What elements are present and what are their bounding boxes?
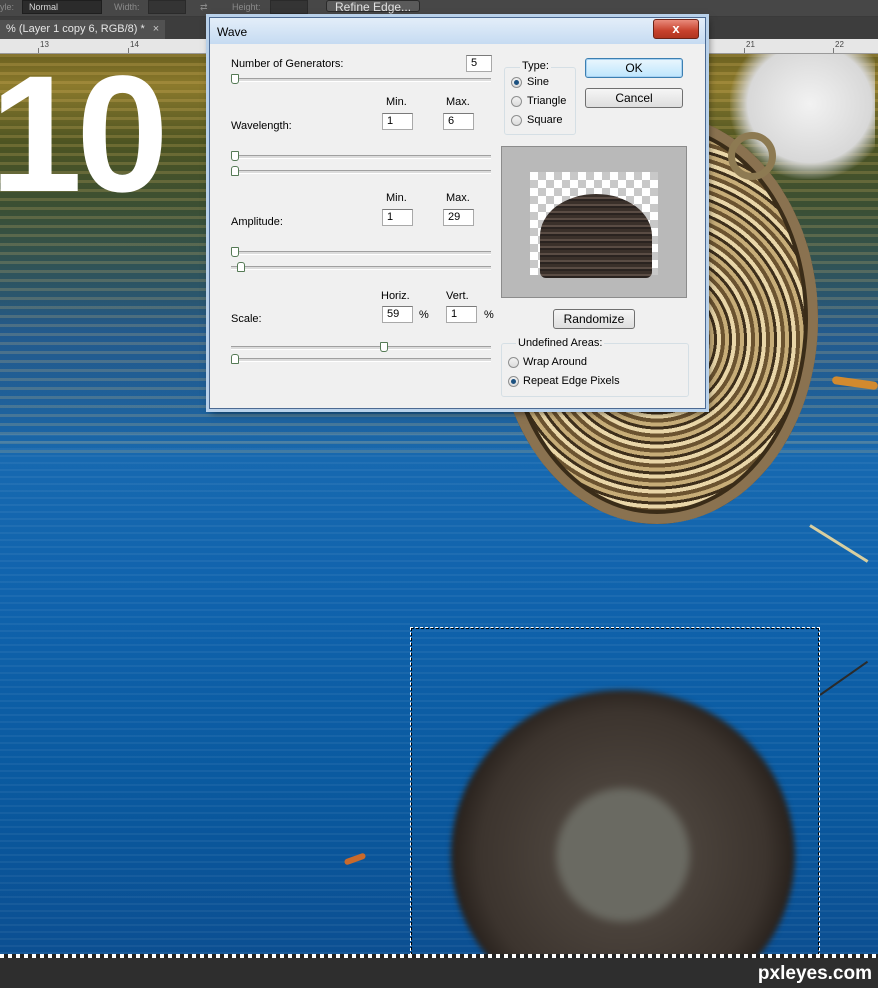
cancel-button[interactable]: Cancel bbox=[585, 88, 683, 108]
ruler-mark: 21 bbox=[746, 40, 755, 49]
wrap-around-radio[interactable] bbox=[508, 357, 519, 368]
dialog-body: Number of Generators: 5 Min. Max. Wavele… bbox=[215, 45, 700, 404]
ruler-tick bbox=[833, 48, 834, 53]
ruler-mark: 22 bbox=[835, 40, 844, 49]
scale-label: Scale: bbox=[231, 313, 262, 325]
ruler-tick bbox=[128, 48, 129, 53]
scale-horiz-percent: % bbox=[419, 309, 429, 321]
amplitude-min-label: Min. bbox=[386, 192, 407, 204]
wavelength-max-input[interactable]: 6 bbox=[443, 113, 474, 130]
height-field[interactable] bbox=[270, 0, 308, 14]
filter-preview[interactable] bbox=[501, 146, 687, 298]
scale-horiz-label: Horiz. bbox=[381, 290, 410, 302]
width-field[interactable] bbox=[148, 0, 186, 14]
large-number-text: 10 bbox=[0, 54, 169, 227]
wavelength-max-slider-thumb[interactable] bbox=[231, 166, 239, 176]
generators-input[interactable]: 5 bbox=[466, 55, 492, 72]
scale-horiz-slider-track[interactable] bbox=[231, 346, 491, 350]
close-tab-icon[interactable]: × bbox=[153, 23, 159, 35]
scale-vert-slider-thumb[interactable] bbox=[231, 354, 239, 364]
ruler-mark: 14 bbox=[130, 40, 139, 49]
scale-vert-input[interactable]: 1 bbox=[446, 306, 477, 323]
type-sine-radio[interactable] bbox=[511, 77, 522, 88]
marquee-selection[interactable] bbox=[410, 627, 820, 954]
amplitude-max-slider-track[interactable] bbox=[231, 266, 491, 270]
style-label: yle: bbox=[0, 2, 15, 12]
scale-horiz-slider-thumb[interactable] bbox=[380, 342, 388, 352]
close-button[interactable]: x bbox=[653, 19, 699, 39]
wavelength-min-slider-track[interactable] bbox=[231, 155, 491, 159]
type-triangle-label[interactable]: Triangle bbox=[527, 95, 566, 107]
height-label: Height: bbox=[232, 2, 261, 12]
type-triangle-radio[interactable] bbox=[511, 96, 522, 107]
repeat-edge-pixels-label[interactable]: Repeat Edge Pixels bbox=[523, 375, 620, 387]
scale-horiz-input[interactable]: 59 bbox=[382, 306, 413, 323]
dialog-titlebar[interactable]: Wave x bbox=[210, 18, 705, 44]
wavelength-min-label: Min. bbox=[386, 96, 407, 108]
wavelength-max-slider-track[interactable] bbox=[231, 170, 491, 174]
style-select[interactable]: Normal bbox=[22, 0, 102, 14]
wrap-around-label[interactable]: Wrap Around bbox=[523, 356, 587, 368]
scale-vert-percent: % bbox=[484, 309, 494, 321]
repeat-edge-pixels-radio[interactable] bbox=[508, 376, 519, 387]
generators-label: Number of Generators: bbox=[231, 58, 344, 70]
watch-crown-ring bbox=[728, 132, 776, 180]
amplitude-min-slider-thumb[interactable] bbox=[231, 247, 239, 257]
amplitude-max-label: Max. bbox=[446, 192, 470, 204]
wavelength-label: Wavelength: bbox=[231, 120, 292, 132]
status-bar: pxleyes.com bbox=[0, 958, 878, 988]
options-bar: yle: Normal Width: ⇄ Height: Refine Edge… bbox=[0, 0, 878, 16]
wavelength-min-slider-thumb[interactable] bbox=[231, 151, 239, 161]
type-group-title: Type: bbox=[520, 60, 551, 72]
scale-vert-slider-track[interactable] bbox=[231, 358, 491, 362]
type-sine-label[interactable]: Sine bbox=[527, 76, 549, 88]
undefined-areas-group bbox=[501, 343, 689, 397]
watermark-logo: pxleyes.com bbox=[757, 963, 872, 984]
amplitude-label: Amplitude: bbox=[231, 216, 283, 228]
refine-edge-button[interactable]: Refine Edge... bbox=[326, 0, 421, 13]
document-tab-title: % (Layer 1 copy 6, RGB/8) * bbox=[6, 23, 145, 35]
dialog-title: Wave bbox=[217, 25, 248, 39]
ok-button[interactable]: OK bbox=[585, 58, 683, 78]
generators-slider-thumb[interactable] bbox=[231, 74, 239, 84]
wavelength-min-input[interactable]: 1 bbox=[382, 113, 413, 130]
blurred-watch-reflection bbox=[451, 690, 795, 954]
type-square-label[interactable]: Square bbox=[527, 114, 562, 126]
generators-slider-track[interactable] bbox=[231, 78, 491, 82]
swap-icon[interactable]: ⇄ bbox=[200, 2, 208, 13]
ruler-tick bbox=[744, 48, 745, 53]
amplitude-max-input[interactable]: 29 bbox=[443, 209, 474, 226]
document-tab[interactable]: % (Layer 1 copy 6, RGB/8) * × bbox=[0, 20, 166, 39]
amplitude-max-slider-thumb[interactable] bbox=[237, 262, 245, 272]
wave-dialog: Wave x Number of Generators: 5 Min. Max.… bbox=[209, 17, 706, 409]
wavelength-max-label: Max. bbox=[446, 96, 470, 108]
amplitude-min-slider-track[interactable] bbox=[231, 251, 491, 255]
randomize-button[interactable]: Randomize bbox=[553, 309, 635, 329]
ruler-mark: 13 bbox=[40, 40, 49, 49]
ruler-tick bbox=[38, 48, 39, 53]
scale-vert-label: Vert. bbox=[446, 290, 469, 302]
preview-image bbox=[540, 194, 652, 278]
type-square-radio[interactable] bbox=[511, 115, 522, 126]
undefined-areas-title: Undefined Areas: bbox=[516, 337, 605, 349]
amplitude-min-input[interactable]: 1 bbox=[382, 209, 413, 226]
width-label: Width: bbox=[114, 2, 140, 12]
